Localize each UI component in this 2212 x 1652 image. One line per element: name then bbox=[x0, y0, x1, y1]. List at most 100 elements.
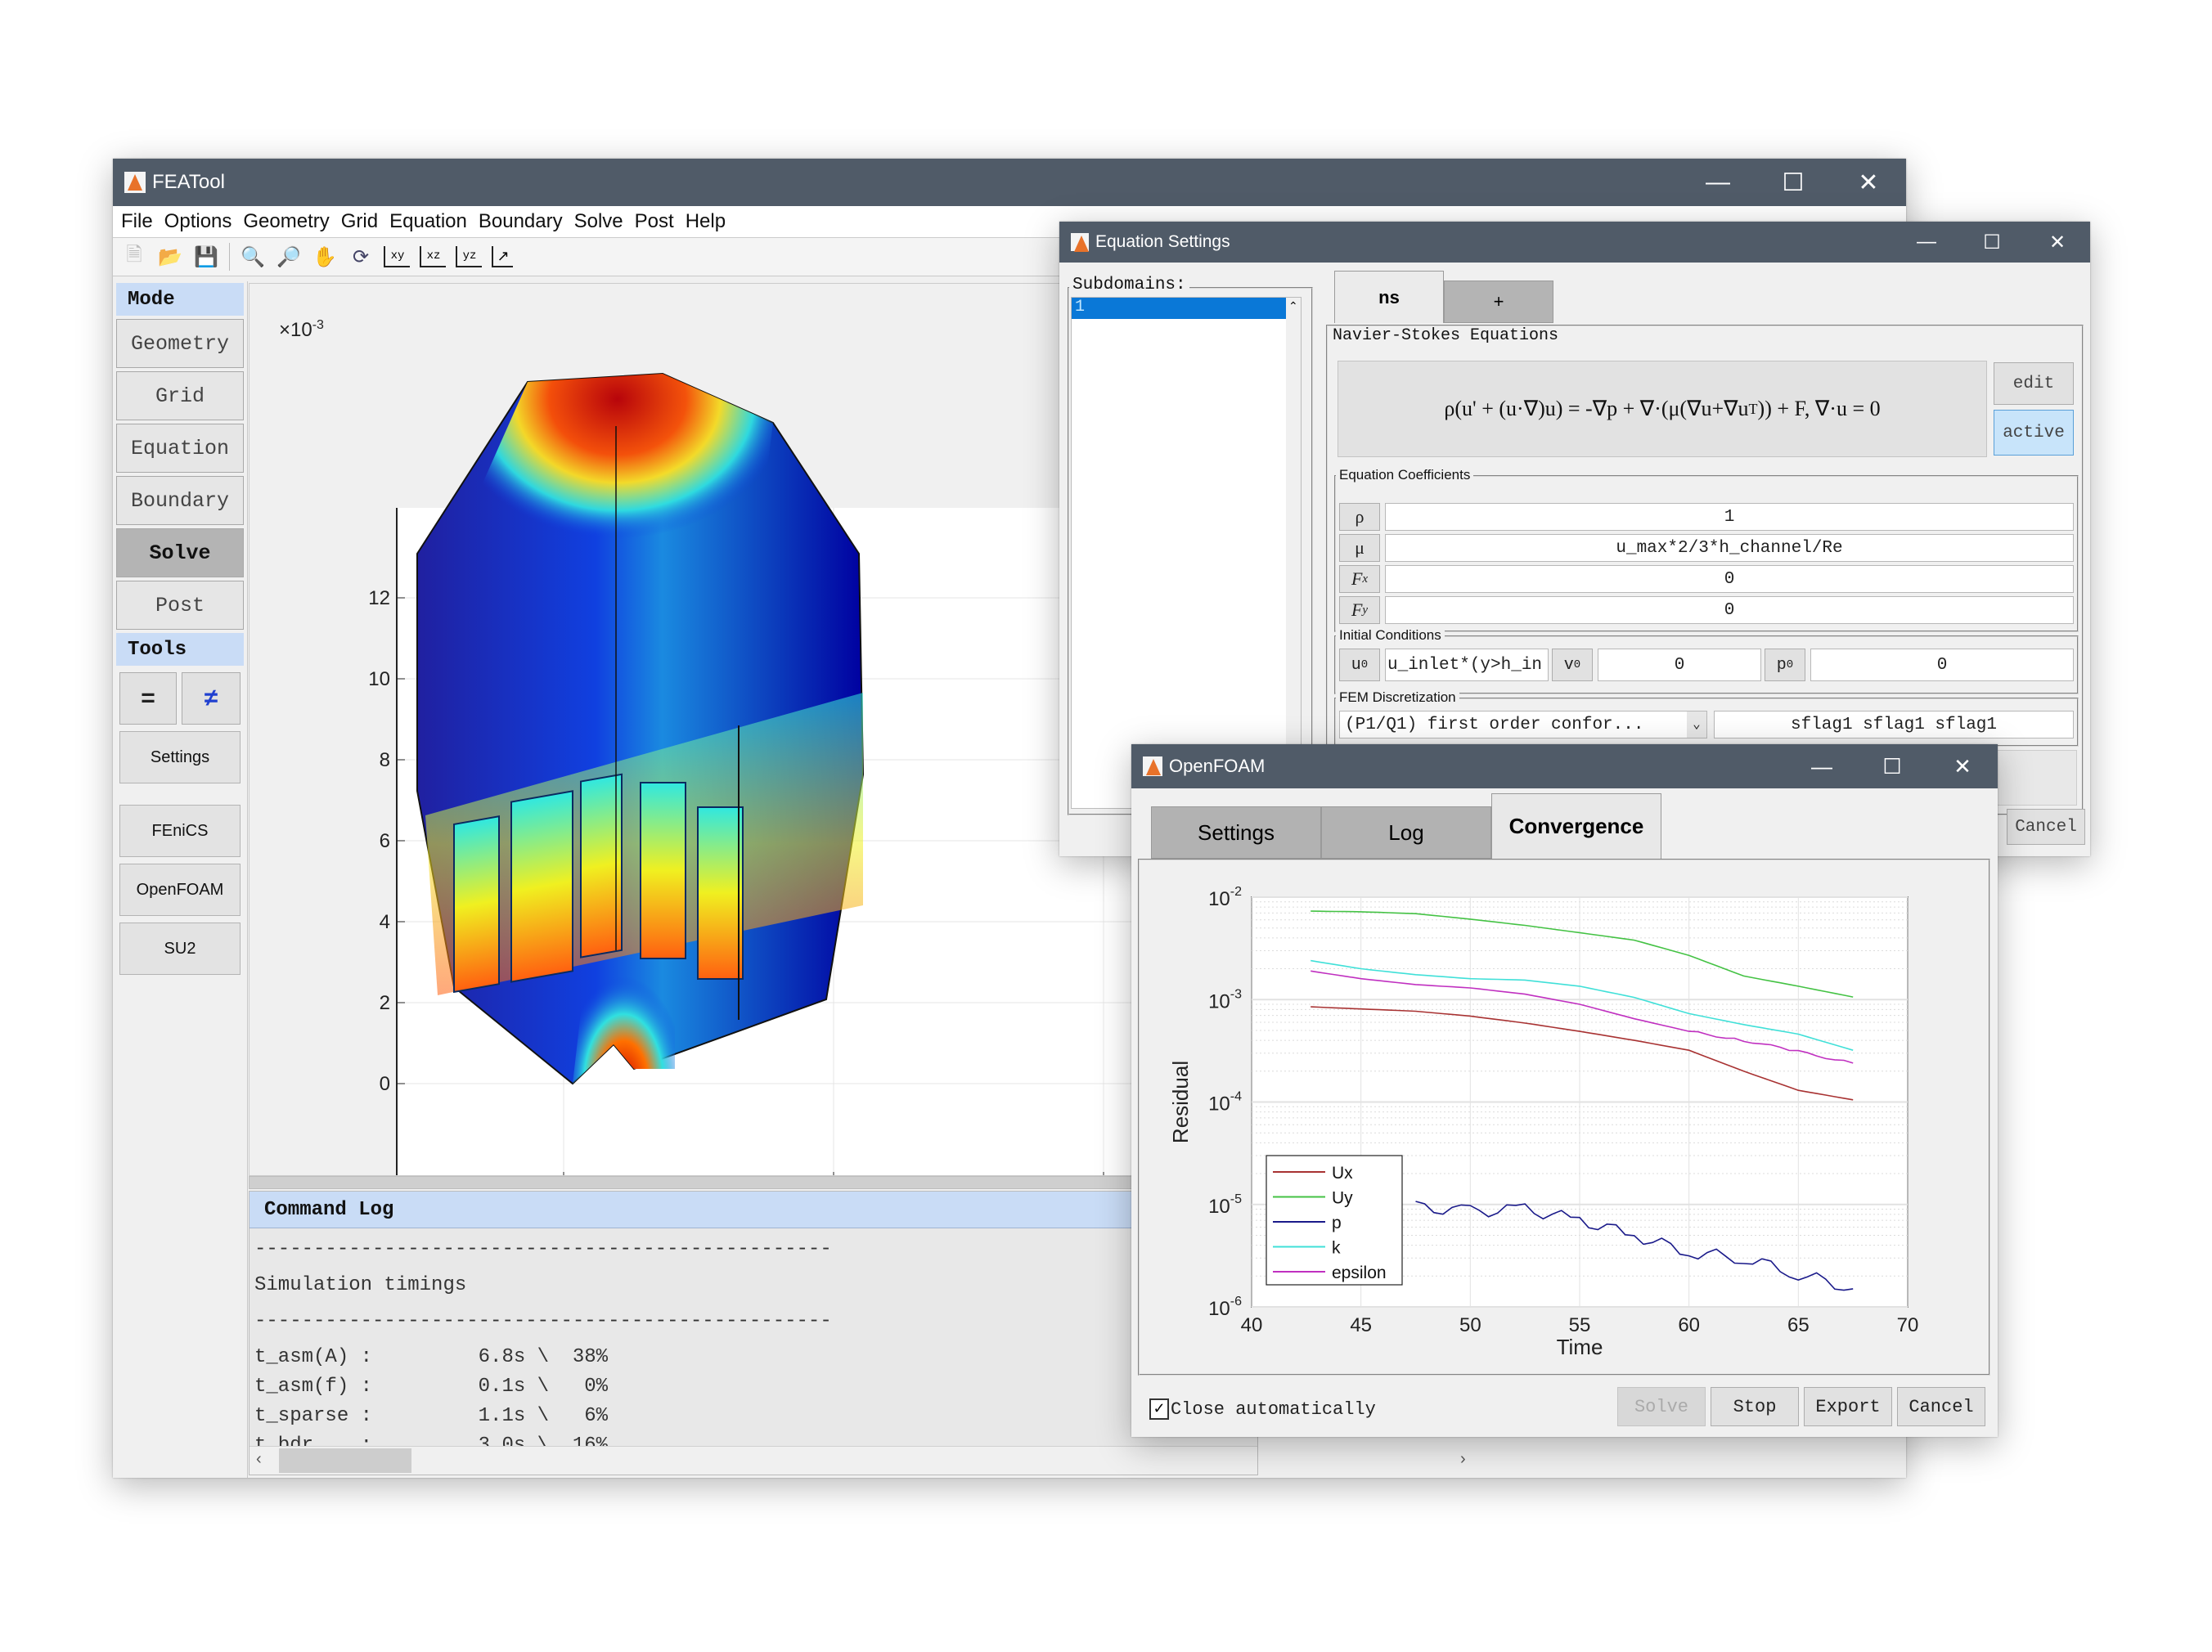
subdomains-scrollbar[interactable]: ⌃ bbox=[1286, 298, 1301, 808]
main-titlebar[interactable]: FEATool — ☐ ✕ bbox=[113, 159, 1906, 206]
maximize-icon[interactable]: ☐ bbox=[1959, 231, 2025, 254]
stop-button[interactable]: Stop bbox=[1711, 1387, 1799, 1426]
main-window-title: FEATool bbox=[152, 171, 225, 193]
pan-hand-icon[interactable]: ✋ bbox=[312, 244, 338, 270]
initial-condition-field[interactable]: 0 bbox=[1810, 649, 2074, 681]
close-icon[interactable]: ✕ bbox=[1831, 168, 1906, 197]
y-tick-label: 10-2 bbox=[1208, 885, 1242, 910]
x-tick-label: 70 bbox=[1897, 1314, 1919, 1336]
new-file-icon[interactable]: 🗎 bbox=[121, 244, 147, 270]
mode-header: Mode bbox=[116, 283, 244, 316]
toolbar-separator bbox=[229, 243, 230, 271]
menu-options[interactable]: Options bbox=[164, 210, 232, 233]
coefficient-label: ρ bbox=[1339, 503, 1380, 531]
y-tick-label: 10 bbox=[368, 668, 390, 690]
edit-equation-button[interactable]: edit bbox=[1994, 362, 2074, 405]
solve-button[interactable]: Solve bbox=[1617, 1387, 1706, 1426]
y-tick-label: 10-4 bbox=[1208, 1090, 1242, 1116]
export-button[interactable]: Export bbox=[1804, 1387, 1892, 1426]
chart-legend: Ux Uy pk epsilon bbox=[1266, 1155, 1403, 1286]
cancel-button[interactable]: Cancel bbox=[1897, 1387, 1985, 1426]
equation-strike-button[interactable]: ≠ bbox=[182, 672, 241, 725]
view-xz-icon[interactable]: xz bbox=[420, 246, 446, 267]
view-xy-icon[interactable]: xy bbox=[384, 246, 410, 267]
convergence-chart[interactable]: 40 45 50 55 60 65 70 10-6 10-5 10-4 10-3 10-2 Time Re… bbox=[1140, 860, 1989, 1374]
mode-geometry-button[interactable]: Geometry bbox=[116, 319, 244, 368]
mode-post-button[interactable]: Post bbox=[116, 581, 244, 630]
y-tick-label: 4 bbox=[380, 911, 390, 933]
y-tick-label: 10-5 bbox=[1208, 1192, 1242, 1218]
mode-grid-button[interactable]: Grid bbox=[116, 371, 244, 420]
minimize-icon[interactable]: — bbox=[1787, 754, 1857, 779]
active-toggle-button[interactable]: active bbox=[1994, 410, 2074, 456]
tab-settings[interactable]: Settings bbox=[1151, 806, 1321, 859]
scroll-up-icon[interactable]: ⌃ bbox=[1288, 299, 1298, 313]
simulation-3d-result bbox=[416, 372, 865, 1085]
menu-equation[interactable]: Equation bbox=[389, 210, 467, 233]
tab-add-physics[interactable]: + bbox=[1444, 281, 1553, 323]
equals-icon: = bbox=[141, 685, 155, 712]
menu-help[interactable]: Help bbox=[686, 210, 726, 233]
tool-openfoam-button[interactable]: OpenFOAM bbox=[119, 864, 241, 916]
tool-su2-button[interactable]: SU2 bbox=[119, 923, 241, 975]
maximize-icon[interactable]: ☐ bbox=[1857, 754, 1927, 779]
menu-geometry[interactable]: Geometry bbox=[243, 210, 329, 233]
fem-discretization-select[interactable]: (P1/Q1) first order confor... ⌄ bbox=[1339, 711, 1707, 738]
plot-scrollbar[interactable] bbox=[249, 1176, 1257, 1189]
coefficient-label: Fy bbox=[1339, 596, 1380, 624]
scroll-left-icon[interactable]: ‹ bbox=[256, 1450, 262, 1469]
close-icon[interactable]: ✕ bbox=[2025, 231, 2090, 254]
tab-convergence[interactable]: Convergence bbox=[1491, 793, 1661, 859]
log-scrollbar-thumb[interactable] bbox=[279, 1448, 411, 1473]
minimize-icon[interactable]: — bbox=[1680, 168, 1756, 197]
view-3d-icon[interactable]: ↗ bbox=[492, 246, 513, 267]
coefficient-field[interactable]: u_max*2/3*h_channel/Re bbox=[1385, 534, 2074, 562]
open-folder-icon[interactable]: 📂 bbox=[157, 244, 183, 270]
y-axis-label: Residual bbox=[1168, 1061, 1193, 1143]
physics-title: Navier-Stokes Equations bbox=[1329, 326, 1562, 345]
equation-titlebar[interactable]: Equation Settings — ☐ ✕ bbox=[1059, 222, 2090, 263]
tab-ns[interactable]: ns bbox=[1334, 271, 1444, 323]
menu-file[interactable]: File bbox=[121, 210, 153, 233]
close-automatically-checkbox[interactable]: ✓ Close automatically bbox=[1149, 1398, 1376, 1420]
menu-post[interactable]: Post bbox=[635, 210, 674, 233]
menu-solve[interactable]: Solve bbox=[574, 210, 623, 233]
equation-cancel-button[interactable]: Cancel bbox=[2007, 809, 2085, 845]
mode-solve-button[interactable]: Solve bbox=[116, 528, 244, 577]
menu-boundary[interactable]: Boundary bbox=[479, 210, 563, 233]
menu-grid[interactable]: Grid bbox=[341, 210, 378, 233]
fem-shape-flags-field[interactable]: sflag1 sflag1 sflag1 bbox=[1714, 711, 2074, 738]
log-scrollbar[interactable]: ‹ › bbox=[250, 1446, 1466, 1475]
zoom-in-icon[interactable]: 🔍 bbox=[240, 244, 266, 270]
tool-fenics-button[interactable]: FEniCS bbox=[119, 805, 241, 857]
minimize-icon[interactable]: — bbox=[1894, 231, 1959, 254]
coefficient-field[interactable]: 0 bbox=[1385, 565, 2074, 593]
rotate-icon[interactable]: ⟳ bbox=[348, 244, 374, 270]
coefficient-field[interactable]: 1 bbox=[1385, 503, 2074, 531]
equation-toggle-button[interactable]: = bbox=[119, 672, 177, 725]
coefficient-label: μ bbox=[1339, 534, 1380, 562]
tab-log[interactable]: Log bbox=[1321, 806, 1491, 859]
maximize-icon[interactable]: ☐ bbox=[1756, 168, 1831, 197]
command-log-text[interactable]: ----------------------------------------… bbox=[250, 1228, 1257, 1461]
close-icon[interactable]: ✕ bbox=[1927, 754, 1998, 779]
save-icon[interactable]: 💾 bbox=[193, 244, 219, 270]
scroll-right-icon[interactable]: › bbox=[1460, 1450, 1466, 1469]
view-yz-icon[interactable]: yz bbox=[456, 246, 482, 267]
mode-boundary-button[interactable]: Boundary bbox=[116, 476, 244, 525]
log-line: ----------------------------------------… bbox=[254, 1310, 832, 1332]
mode-equation-button[interactable]: Equation bbox=[116, 424, 244, 473]
checkbox-checked-icon[interactable]: ✓ bbox=[1149, 1398, 1169, 1420]
subdomain-item-selected[interactable]: 1 bbox=[1072, 298, 1286, 319]
coefficient-field[interactable]: 0 bbox=[1385, 596, 2074, 624]
coefficient-label: Fx bbox=[1339, 565, 1380, 593]
y-tick-label: 12 bbox=[368, 587, 390, 609]
subdomains-list[interactable]: 1 ⌃ bbox=[1071, 297, 1302, 809]
initial-condition-field[interactable]: 0 bbox=[1598, 649, 1761, 681]
log-line: t_asm(A) : 6.8s \ 38% bbox=[254, 1346, 609, 1368]
tool-settings-button[interactable]: Settings bbox=[119, 731, 241, 783]
zoom-out-icon[interactable]: 🔎 bbox=[276, 244, 302, 270]
y-tick-label: 6 bbox=[380, 830, 390, 852]
initial-condition-field[interactable]: u_inlet*(y>h_in bbox=[1385, 649, 1549, 681]
openfoam-titlebar[interactable]: OpenFOAM — ☐ ✕ bbox=[1131, 744, 1998, 788]
